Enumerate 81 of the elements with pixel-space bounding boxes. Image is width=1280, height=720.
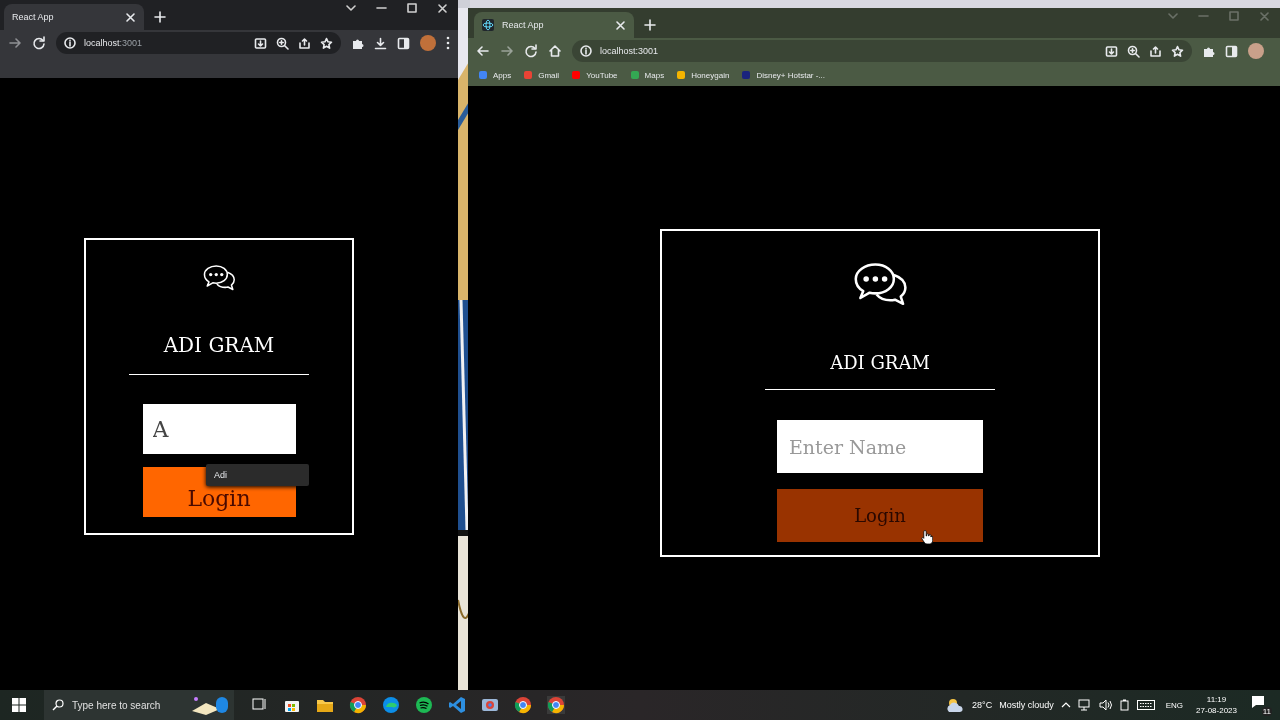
tab-title: React App [502, 20, 545, 30]
maximize-icon[interactable] [407, 3, 417, 13]
close-icon[interactable] [437, 2, 448, 14]
bookmark[interactable]: Maps [629, 70, 665, 80]
keyboard-icon[interactable] [1136, 700, 1155, 710]
temperature: 28°C [972, 700, 993, 710]
clock-date[interactable]: 27-08-2023 [1196, 705, 1237, 716]
avatar[interactable] [420, 35, 436, 51]
share-icon[interactable] [298, 36, 311, 50]
name-field[interactable]: Enter Name [777, 420, 983, 473]
avatar[interactable] [1248, 43, 1264, 59]
url-text: localhost:3001 [84, 38, 143, 48]
bookmark-icon [676, 70, 687, 80]
speaker-icon[interactable] [1098, 699, 1113, 711]
bookmark[interactable]: YouTube [571, 70, 618, 80]
bookmark[interactable]: Disney+ Hotstar -... [741, 70, 826, 80]
back-icon[interactable] [476, 44, 490, 58]
tab-title: React App [12, 12, 55, 22]
network-icon[interactable] [1077, 699, 1092, 711]
address-bar[interactable]: localhost:3001 [56, 32, 341, 54]
url-text: localhost:3001 [600, 46, 659, 56]
new-tab-icon[interactable] [154, 11, 166, 23]
bookmark-icon [571, 70, 582, 80]
notification-button[interactable]: 11 [1250, 694, 1272, 716]
star-icon[interactable] [1171, 44, 1184, 58]
close-icon[interactable] [615, 19, 626, 31]
install-icon[interactable] [254, 36, 267, 50]
cloud-sun-icon [945, 697, 966, 713]
notification-badge: 11 [1261, 707, 1272, 716]
battery-icon[interactable] [1119, 699, 1130, 711]
share-icon[interactable] [1149, 44, 1162, 58]
home-icon[interactable] [548, 44, 562, 58]
browser-tab[interactable]: React App [474, 12, 634, 38]
bookmark-icon [478, 70, 488, 80]
search-icon [52, 699, 64, 711]
browser-tab[interactable]: React App [4, 4, 144, 30]
browser-icon[interactable] [481, 696, 499, 714]
download-icon[interactable] [374, 36, 387, 50]
bookmark[interactable]: Honeygain [676, 70, 730, 80]
suggestion-item[interactable]: Adi [214, 470, 227, 480]
chevron-down-icon[interactable] [346, 5, 356, 11]
more-icon[interactable] [446, 36, 450, 50]
install-icon[interactable] [1105, 44, 1118, 58]
app-title: ADI GRAM [163, 332, 275, 359]
side-panel-icon[interactable] [1225, 44, 1238, 58]
weather-condition: Mostly cloudy [999, 700, 1054, 710]
bookmark[interactable]: Gmail [523, 70, 560, 80]
language-indicator[interactable]: ENG [1165, 700, 1184, 710]
side-panel-icon[interactable] [397, 36, 410, 50]
bookmark-icon [629, 70, 640, 80]
windows-start-icon[interactable] [12, 698, 26, 712]
info-icon [580, 45, 592, 57]
chevron-up-icon[interactable] [1060, 702, 1071, 708]
bookmark-icon [523, 70, 534, 80]
atom-icon [482, 19, 494, 31]
browser-icon[interactable] [547, 696, 565, 714]
bookmark-icon [741, 70, 752, 80]
reload-icon[interactable] [32, 36, 46, 50]
music-app-icon[interactable] [415, 696, 433, 714]
name-field[interactable]: A [142, 404, 296, 454]
clock-time[interactable]: 11:19 [1206, 694, 1227, 705]
bookmark[interactable]: Apps [478, 70, 512, 80]
star-icon[interactable] [320, 36, 333, 50]
forward-icon[interactable] [500, 44, 514, 58]
info-icon [64, 37, 76, 49]
reload-icon[interactable] [524, 44, 538, 58]
browser-icon[interactable] [514, 696, 532, 714]
taskbar-search[interactable]: Type here to search [44, 690, 234, 720]
browser-icon[interactable] [349, 696, 367, 714]
edge-icon[interactable] [382, 696, 400, 714]
zoom-icon[interactable] [276, 36, 289, 50]
app-title: ADI GRAM [830, 351, 930, 375]
new-tab-icon[interactable] [644, 19, 656, 31]
forward-icon[interactable] [8, 36, 22, 50]
chat-bubbles-icon [201, 262, 237, 292]
close-icon[interactable] [125, 11, 136, 23]
hand-cursor-icon [921, 529, 933, 545]
code-editor-icon[interactable] [448, 696, 466, 714]
notification-icon [1251, 695, 1265, 709]
address-bar[interactable]: localhost:3001 [572, 40, 1192, 62]
zoom-icon[interactable] [1127, 44, 1140, 58]
